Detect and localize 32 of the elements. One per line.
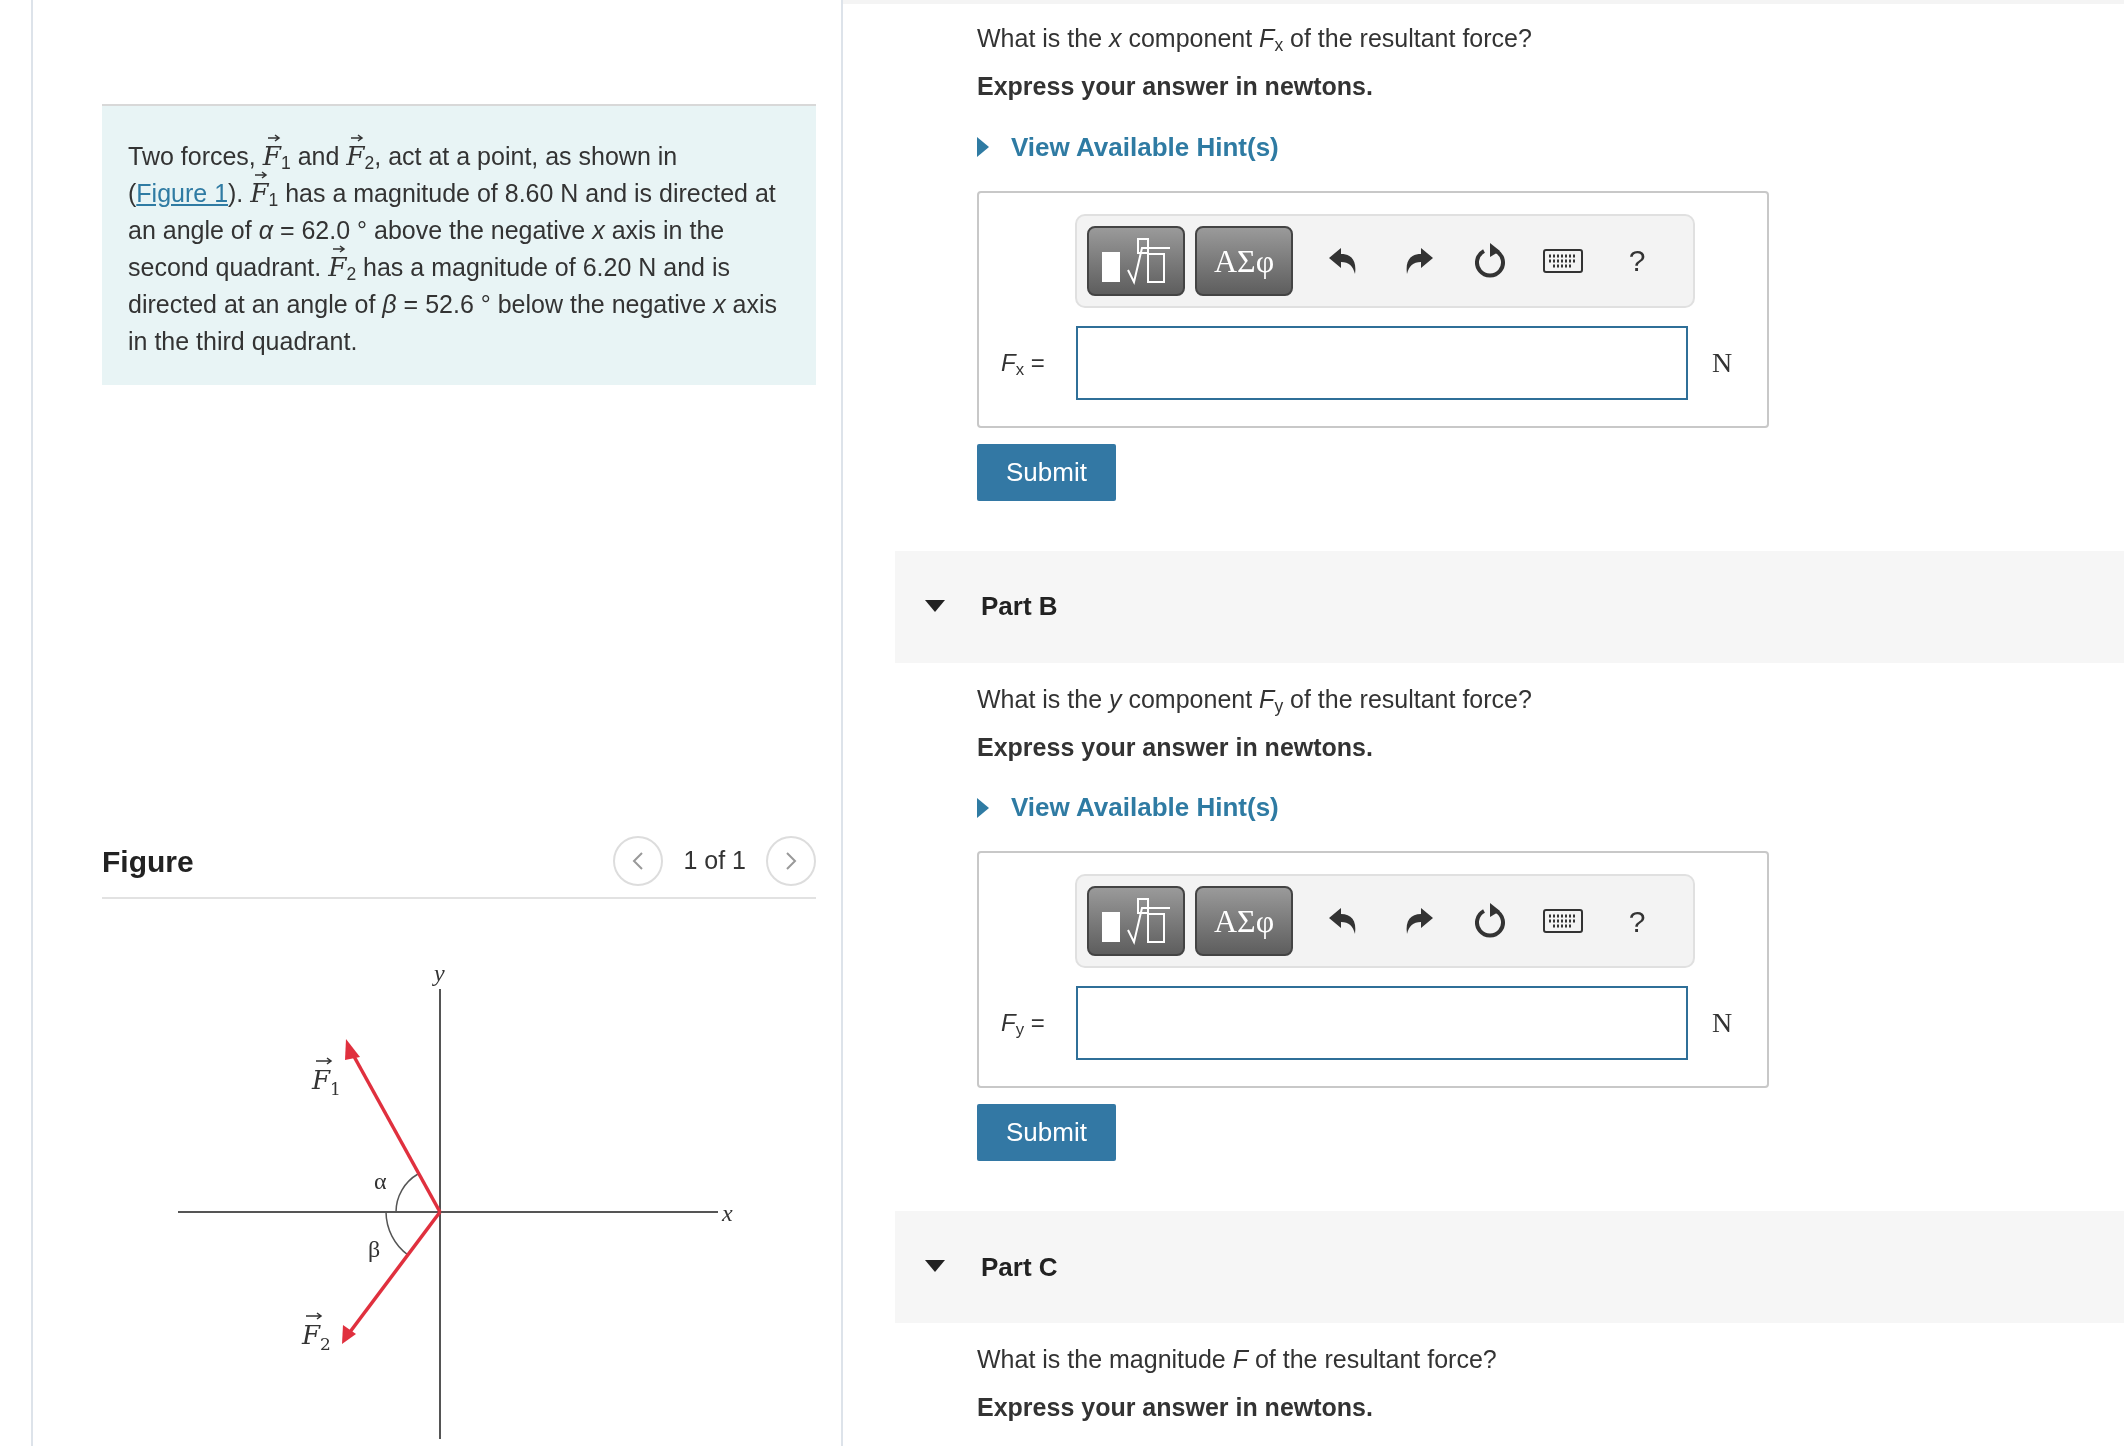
instruction-text: Express your answer in newtons. bbox=[977, 731, 1374, 763]
part-header[interactable]: Part C bbox=[895, 1211, 2124, 1323]
part-header[interactable]: Part B bbox=[895, 550, 2124, 663]
answer-label: F$_{x}$ = bbox=[1001, 347, 1046, 381]
hint-link[interactable]: View Available Hint(s) bbox=[977, 788, 1279, 827]
submit-button[interactable]: Submit bbox=[977, 443, 1116, 501]
submit-button[interactable]: Submit bbox=[977, 1104, 1116, 1161]
angle-label: α bbox=[374, 1168, 387, 1194]
vector-label: F$_{1}$ bbox=[312, 1057, 341, 1099]
question-text: What is the y component F$_{y}$ of the resultant force? bbox=[977, 683, 1533, 718]
instruction-text: Express your answer in newtons. bbox=[977, 1392, 1374, 1423]
hint-link[interactable]: View Available Hint(s) bbox=[977, 127, 1279, 167]
symbols-button[interactable]: ΑΣφ bbox=[1195, 225, 1293, 296]
angle-label: β bbox=[368, 1236, 381, 1262]
problem-text: Two forces, F$_{1}$ and F$_{2}$, act at a point, as shown in (Figure 1). F$_{1}$ has a magnitude of 8.60 N and is directed at an angle of α = 62.0 ° above the negative x axis in the second quadrant. F$_{2}$ has a magnitude of 6.20 N and is directed at an angle of β = 52.6 ° below the negative x axis in the third quadrant. bbox=[128, 138, 790, 360]
question-text: What is the x component F$_{x}$ of the resultant force? bbox=[977, 23, 1533, 58]
unit-text: N bbox=[1712, 1006, 1733, 1040]
part-title: Part C bbox=[981, 1250, 1058, 1284]
help-button[interactable]: ? bbox=[1611, 234, 1663, 287]
instruction-text: Express your answer in newtons. bbox=[977, 71, 1374, 102]
page-indicator: 1 of 1 bbox=[683, 845, 746, 877]
figure-title: Figure bbox=[102, 843, 194, 880]
question-text: What is the magnitude F of the resultant force? bbox=[977, 1344, 1498, 1375]
figure-link[interactable]: Figure 1 bbox=[136, 179, 229, 207]
axis-label: y bbox=[434, 960, 445, 986]
axis-label: x bbox=[722, 1200, 733, 1226]
symbols-button[interactable]: ΑΣφ bbox=[1195, 886, 1293, 956]
help-button[interactable]: ? bbox=[1611, 895, 1663, 947]
unit-text: N bbox=[1712, 345, 1733, 380]
vector-label: F$_{2}$ bbox=[302, 1312, 331, 1354]
answer-label: F$_{y}$ = bbox=[1001, 1008, 1046, 1041]
part-title: Part B bbox=[981, 590, 1058, 623]
